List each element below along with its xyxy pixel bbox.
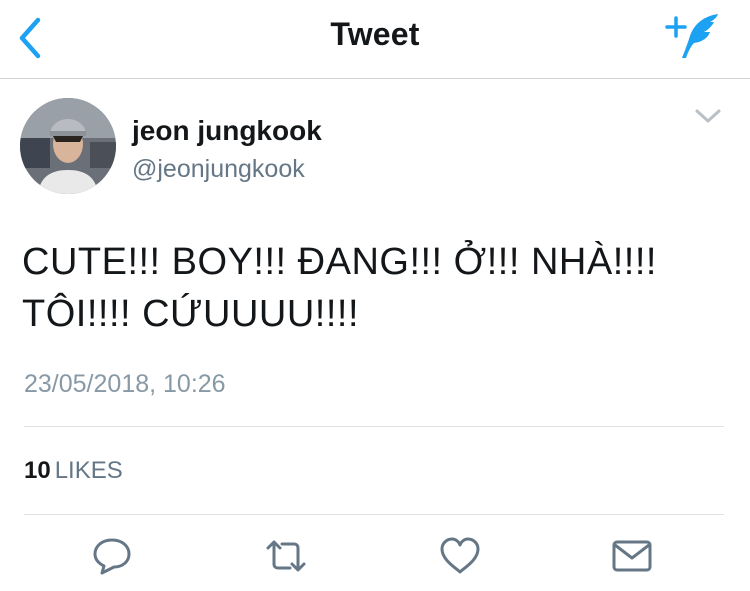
tweet-text: CUTE!!! BOY!!! ĐANG!!! Ở!!! NHÀ!!!! TÔI!… [22,241,657,335]
meta-divider [24,426,724,427]
reply-bubble-icon [93,538,131,575]
navigation-bar: Tweet [0,0,750,78]
avatar-photo [20,98,116,194]
likes-stat[interactable]: 10 LIKES [24,457,123,485]
tweet-menu-button[interactable] [694,106,722,126]
retweet-button[interactable] [264,536,308,576]
author-name[interactable]: jeon jungkook [132,115,322,147]
avatar[interactable] [20,98,116,194]
compose-feather-icon [665,14,718,58]
tweet-timestamp: 23/05/2018, 10:26 [24,370,226,398]
like-button[interactable] [438,536,482,576]
direct-message-button[interactable] [610,536,654,576]
likes-count: 10 [24,457,51,484]
header-divider [0,78,750,79]
reply-button[interactable] [90,536,134,576]
page-title: Tweet [330,16,420,52]
author-handle[interactable]: @jeonjungkook [132,155,305,184]
actions-divider [24,514,724,515]
compose-tweet-button[interactable] [664,10,722,62]
chevron-down-icon [695,109,721,123]
likes-label: LIKES [54,457,123,484]
envelope-icon [612,540,652,572]
heart-icon [440,537,480,574]
retweet-arrows-icon [266,540,306,572]
